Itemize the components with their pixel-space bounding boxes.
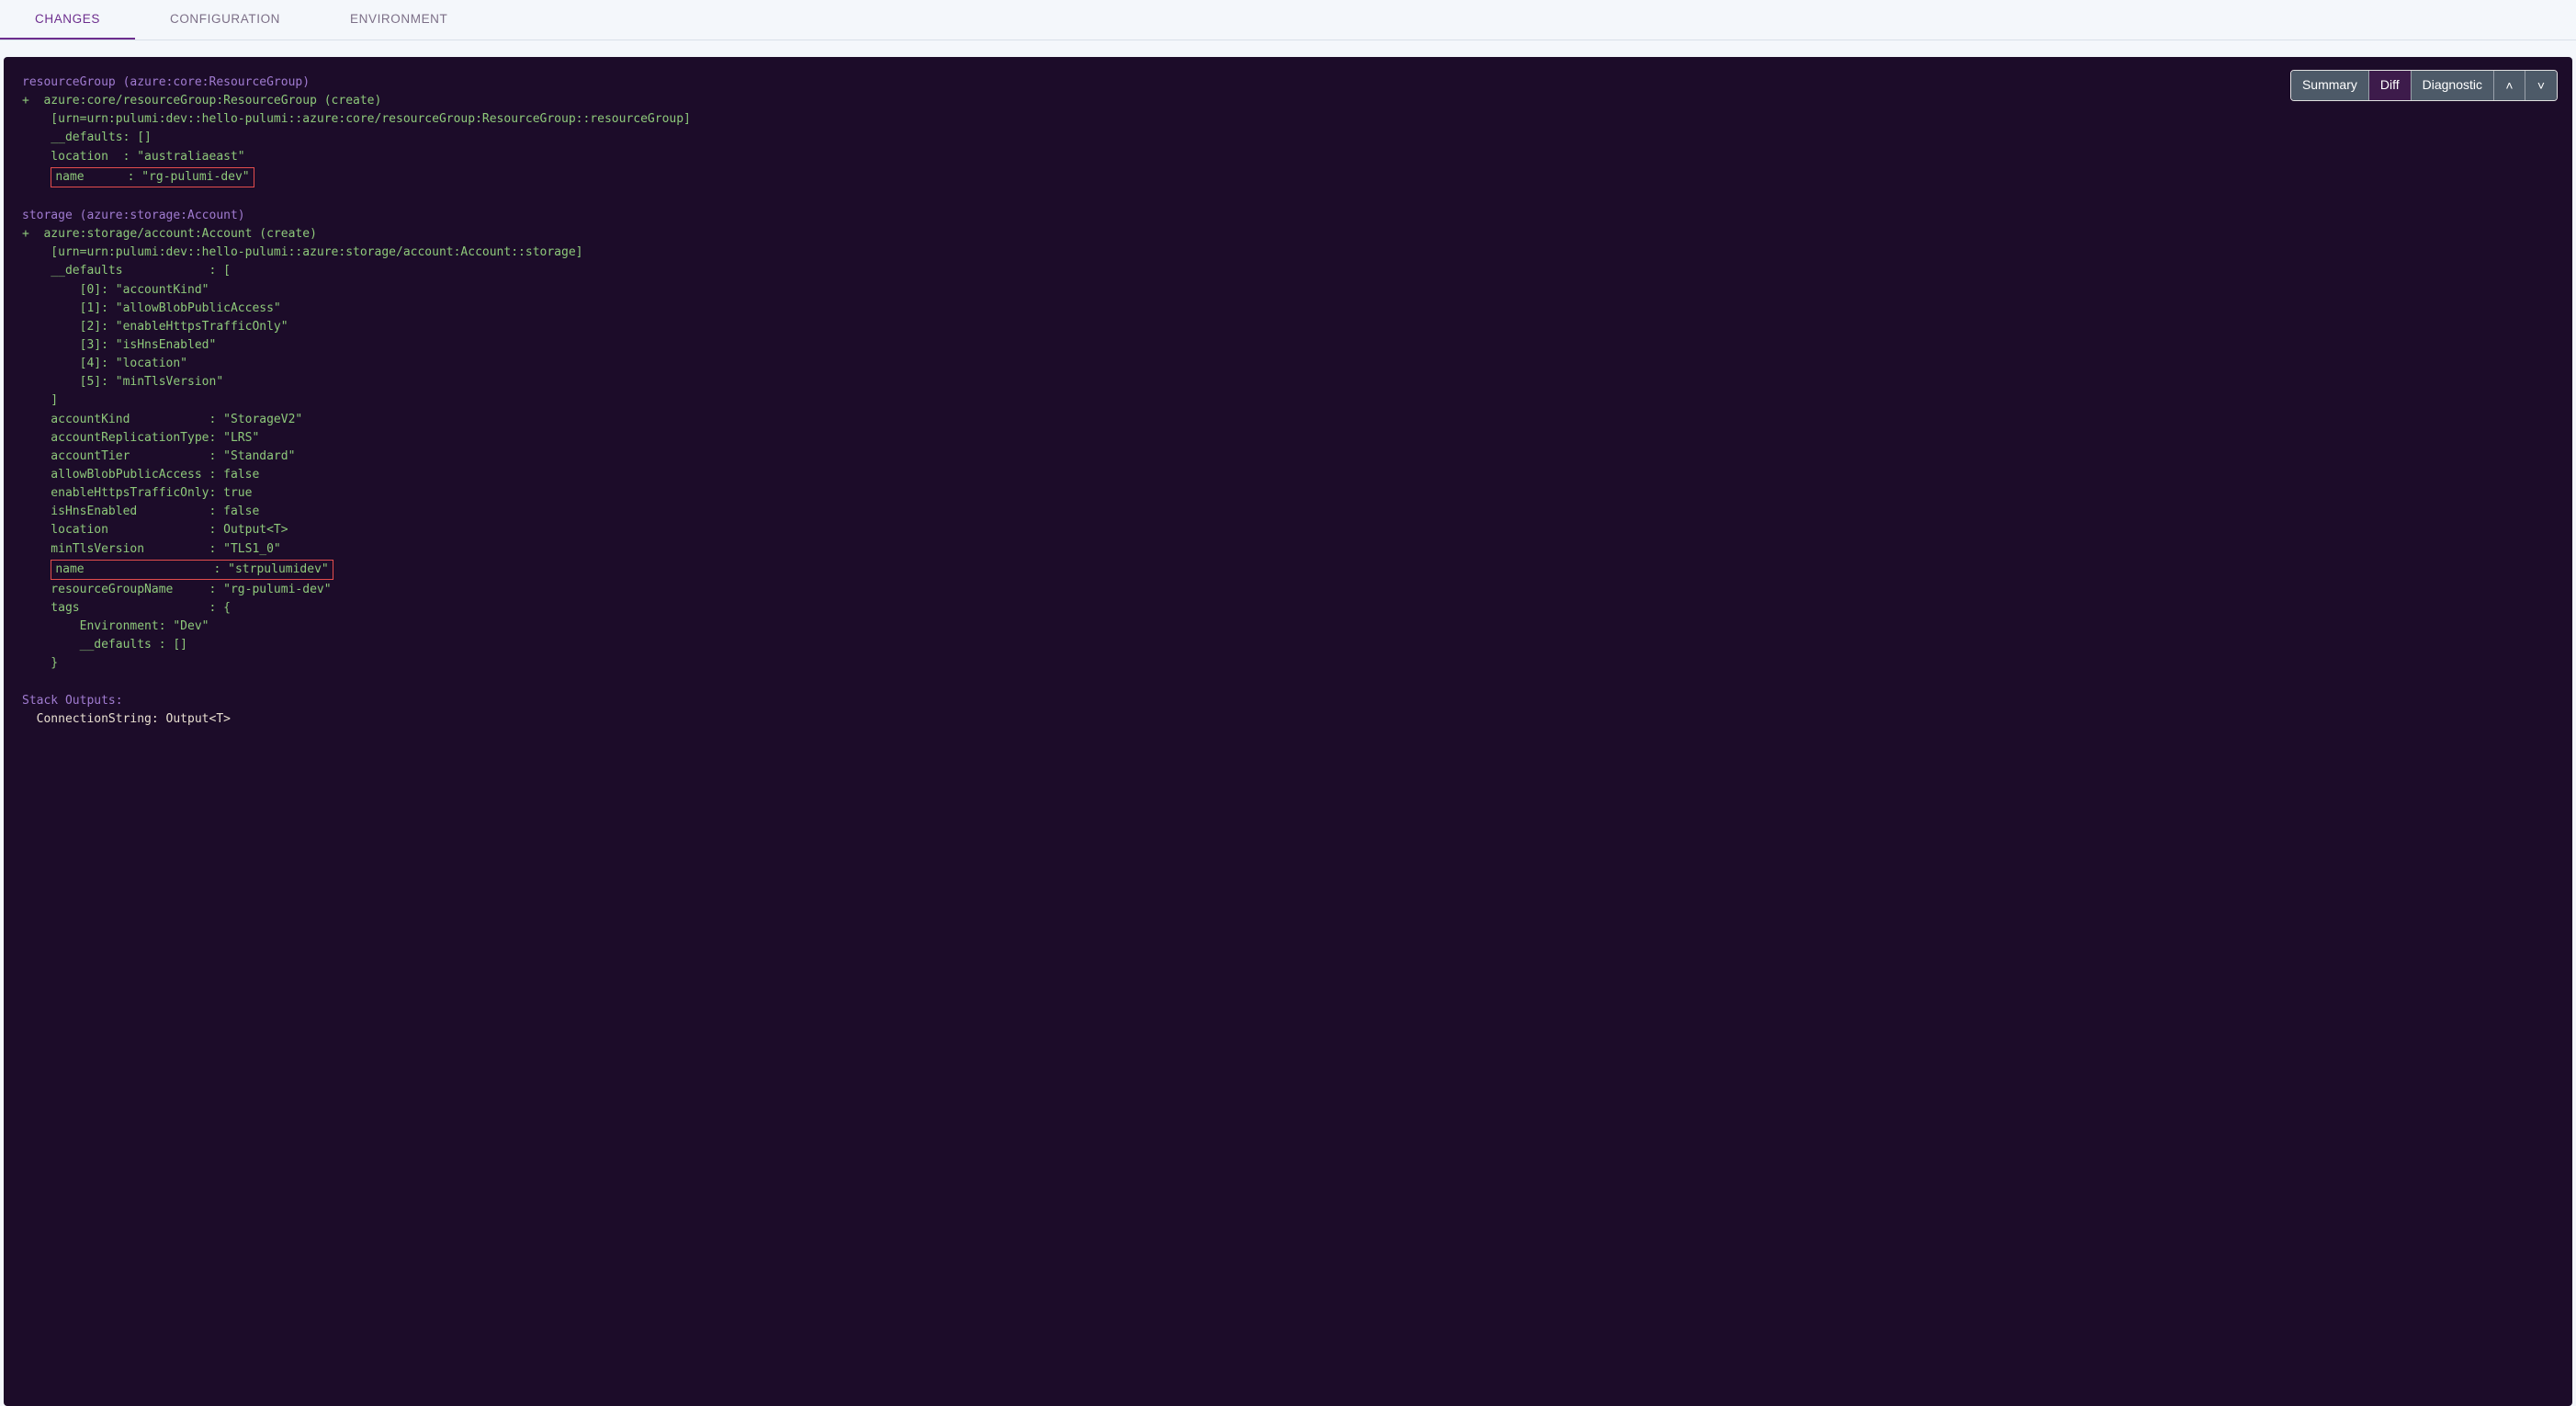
diff-output: resourceGroup (azure:core:ResourceGroup)… bbox=[22, 74, 2554, 729]
storage-name-highlight: name : "strpulumidev" bbox=[51, 560, 333, 580]
rg-defaults: __defaults: [] bbox=[22, 130, 152, 144]
diff-button[interactable]: Diff bbox=[2369, 71, 2412, 100]
tab-bar: CHANGES CONFIGURATION ENVIRONMENT bbox=[0, 0, 2576, 40]
collapse-down-button[interactable]: ˅ bbox=[2525, 71, 2557, 100]
rg-urn: [urn=urn:pulumi:dev::hello-pulumi::azure… bbox=[22, 112, 691, 126]
storage-header: storage (azure:storage:Account) bbox=[22, 209, 245, 222]
rg-location: location : "australiaeast" bbox=[22, 150, 245, 164]
stack-outputs-header: Stack Outputs: bbox=[22, 694, 123, 708]
output-connectionstring: ConnectionString: Output<T> bbox=[22, 712, 231, 726]
chevron-down-icon: ˅ bbox=[2537, 79, 2545, 92]
collapse-up-button[interactable]: ˄ bbox=[2494, 71, 2525, 100]
view-mode-group: Summary Diff Diagnostic ˄ ˅ bbox=[2290, 70, 2558, 101]
tab-configuration[interactable]: CONFIGURATION bbox=[135, 0, 315, 40]
summary-button[interactable]: Summary bbox=[2291, 71, 2369, 100]
diff-console: Summary Diff Diagnostic ˄ ˅ resourceGrou… bbox=[4, 57, 2572, 1406]
rg-header: resourceGroup (azure:core:ResourceGroup) bbox=[22, 75, 310, 89]
chevron-up-icon: ˄ bbox=[2505, 79, 2513, 92]
tab-environment[interactable]: ENVIRONMENT bbox=[315, 0, 482, 40]
diagnostic-button[interactable]: Diagnostic bbox=[2412, 71, 2494, 100]
storage-create: + azure:storage/account:Account (create) bbox=[22, 227, 317, 241]
storage-urn: [urn=urn:pulumi:dev::hello-pulumi::azure… bbox=[22, 245, 582, 259]
rg-name-highlight: name : "rg-pulumi-dev" bbox=[51, 167, 254, 187]
rg-create: + azure:core/resourceGroup:ResourceGroup… bbox=[22, 94, 381, 108]
tab-changes[interactable]: CHANGES bbox=[0, 0, 135, 40]
